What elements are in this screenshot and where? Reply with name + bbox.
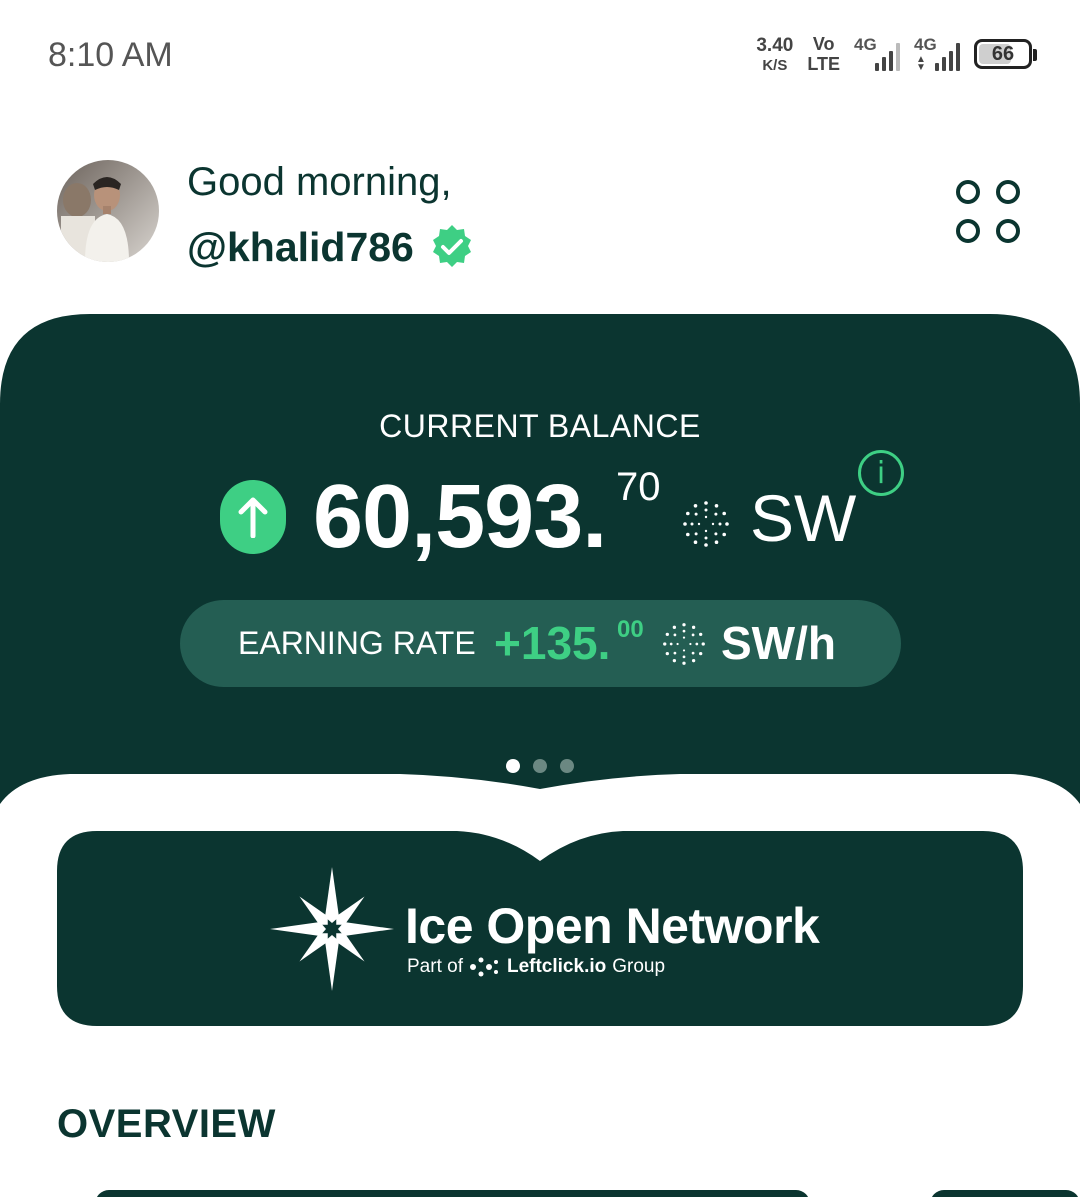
network-speed-unit: K/S	[762, 56, 788, 74]
carousel-indicator	[506, 759, 574, 773]
earning-rate-decimals: 00	[617, 616, 644, 643]
sim1-network-type: 4G	[854, 35, 877, 54]
earning-rate-value: +135.	[494, 617, 611, 669]
overview-card-edge	[930, 1190, 1080, 1197]
volte-icon: Vo LTE	[807, 35, 840, 73]
leftclick-logo-icon	[469, 957, 498, 977]
volte-line1: Vo	[812, 34, 835, 54]
battery-level: 66	[991, 42, 1015, 65]
ice-coin-icon	[663, 623, 705, 665]
banner-subtitle: Part of Leftclick.io Group	[407, 955, 665, 979]
overview-title: OVERVIEW	[57, 1102, 276, 1146]
username-row: @khalid786	[187, 223, 476, 271]
ice-star-logo-icon	[270, 867, 394, 991]
status-icons: 3.40 K/S Vo LTE 4G 4G ▲ ▼ 66	[756, 34, 1037, 74]
banner-title: Ice Open Network	[405, 898, 820, 954]
arrow-up-icon	[220, 480, 286, 554]
carousel-dot[interactable]	[560, 759, 574, 773]
balance-row: 60,593. 70 SW	[218, 465, 918, 567]
username: @khalid786	[187, 223, 414, 270]
network-speed-value: 3.40	[756, 34, 794, 56]
earning-rate-pill[interactable]: EARNING RATE +135. 00 SW/h	[180, 600, 901, 687]
status-time: 8:10 AM	[48, 36, 173, 74]
banner-sub-brand: Leftclick.io	[506, 956, 607, 977]
banner-sub-prefix: Part of	[407, 956, 463, 977]
volte-line2: LTE	[807, 54, 840, 74]
balance-amount: 60,593.	[313, 467, 607, 567]
carousel-dot[interactable]	[506, 759, 520, 773]
grid-circles-icon[interactable]	[954, 178, 1024, 248]
earning-rate-unit: SW/h	[721, 617, 836, 669]
carousel-dot[interactable]	[533, 759, 547, 773]
info-icon[interactable]: i	[858, 450, 904, 496]
greeting-text: Good morning,	[187, 160, 452, 204]
balance-currency: SW	[750, 481, 857, 555]
balance-label: CURRENT BALANCE	[379, 408, 701, 444]
balance-card	[0, 314, 1080, 804]
ice-coin-icon	[683, 501, 729, 547]
balance-decimals: 70	[616, 465, 661, 509]
overview-card-edge	[95, 1190, 810, 1197]
battery-icon: 66	[974, 39, 1037, 69]
status-bar: 8:10 AM 3.40 K/S Vo LTE 4G 4G ▲ ▼ 66	[0, 0, 1080, 110]
verified-badge-icon	[432, 225, 471, 267]
network-speed: 3.40 K/S	[756, 36, 793, 73]
signal-sim2-icon: 4G ▲ ▼	[914, 35, 960, 73]
earning-rate-label: EARNING RATE	[238, 625, 476, 661]
banner-sub-suffix: Group	[612, 956, 666, 977]
ice-network-banner[interactable]: Ice Open Network Part of Leftclick.io Gr…	[57, 831, 1023, 1026]
avatar[interactable]	[57, 160, 159, 262]
signal-sim1-icon: 4G	[854, 35, 900, 73]
sim2-network-type: 4G	[914, 35, 937, 54]
